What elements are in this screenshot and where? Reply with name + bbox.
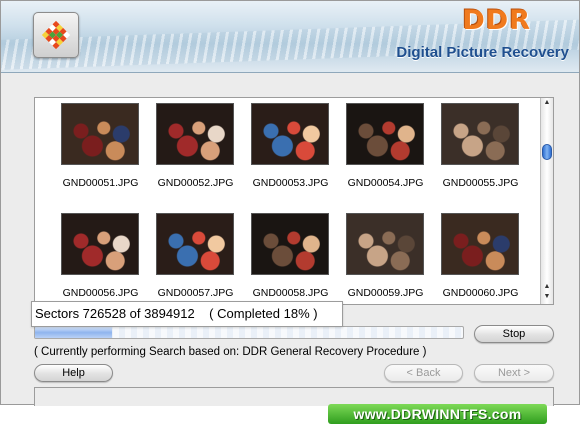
photo-image-icon (61, 213, 139, 275)
photo-thumbnail[interactable]: GND00053.JPG (243, 100, 338, 204)
app-window: DDR Digital Picture Recovery GND00051.JP… (0, 0, 580, 406)
photo-thumbnail[interactable]: GND00057.JPG (148, 210, 243, 304)
photo-thumbnail[interactable]: GND00056.JPG (53, 210, 148, 304)
photo-filename: GND00054.JPG (347, 177, 424, 189)
photo-thumbnail[interactable]: GND00051.JPG (53, 100, 148, 204)
app-logo-icon (33, 12, 79, 58)
photo-image-icon (156, 103, 234, 165)
progress-bar-fill (35, 327, 113, 338)
photo-thumbnail[interactable]: GND00059.JPG (338, 210, 433, 304)
photo-image-icon (346, 103, 424, 165)
scroll-up-arrow-icon[interactable]: ▲ (541, 98, 553, 108)
photo-filename: GND00058.JPG (252, 287, 329, 299)
photo-image-icon (251, 213, 329, 275)
brand-name: DDR (462, 5, 531, 36)
photo-filename: GND00055.JPG (442, 177, 519, 189)
photo-filename: GND00051.JPG (62, 177, 139, 189)
photo-thumbnail[interactable]: GND00058.JPG (243, 210, 338, 304)
photo-image-icon (441, 213, 519, 275)
scrollbar-thumb[interactable] (542, 144, 552, 160)
photo-image-icon (441, 103, 519, 165)
photo-image-icon (251, 103, 329, 165)
product-title: Digital Picture Recovery (396, 44, 569, 61)
photo-thumbnail[interactable]: GND00060.JPG (433, 210, 528, 304)
website-url-badge[interactable]: www.DDRWINNTFS.com (328, 404, 547, 424)
photo-filename: GND00056.JPG (62, 287, 139, 299)
photo-image-icon (61, 103, 139, 165)
photo-filename: GND00057.JPG (157, 287, 234, 299)
recovery-progress-bar (34, 326, 464, 339)
photo-thumbnail[interactable]: GND00052.JPG (148, 100, 243, 204)
photo-thumbnail[interactable]: GND00054.JPG (338, 100, 433, 204)
gallery-vertical-scrollbar[interactable]: ▲ ▲ ▼ (540, 98, 553, 304)
next-button[interactable]: Next > (474, 364, 554, 382)
recovered-photos-list[interactable]: GND00051.JPG GND00052.JPG GND00053.JPG GND0… (34, 97, 554, 305)
header-banner: DDR Digital Picture Recovery (1, 1, 579, 73)
photo-filename: GND00052.JPG (157, 177, 234, 189)
photo-filename: GND00060.JPG (442, 287, 519, 299)
photo-filename: GND00059.JPG (347, 287, 424, 299)
help-button[interactable]: Help (34, 364, 113, 382)
photo-image-icon (346, 213, 424, 275)
photo-filename: GND00053.JPG (252, 177, 329, 189)
sectors-progress-label: Sectors 726528 of 3894912 ( Completed 18… (31, 301, 343, 327)
checker-logo-icon (41, 20, 71, 50)
scroll-up-arrow-icon[interactable]: ▲ (541, 282, 553, 292)
stop-button[interactable]: Stop (474, 325, 554, 343)
search-status-text: ( Currently performing Search based on: … (34, 346, 427, 358)
scroll-down-arrow-icon[interactable]: ▼ (541, 292, 553, 302)
back-button[interactable]: < Back (384, 364, 463, 382)
photo-thumbnail[interactable]: GND00055.JPG (433, 100, 528, 204)
photo-image-icon (156, 213, 234, 275)
